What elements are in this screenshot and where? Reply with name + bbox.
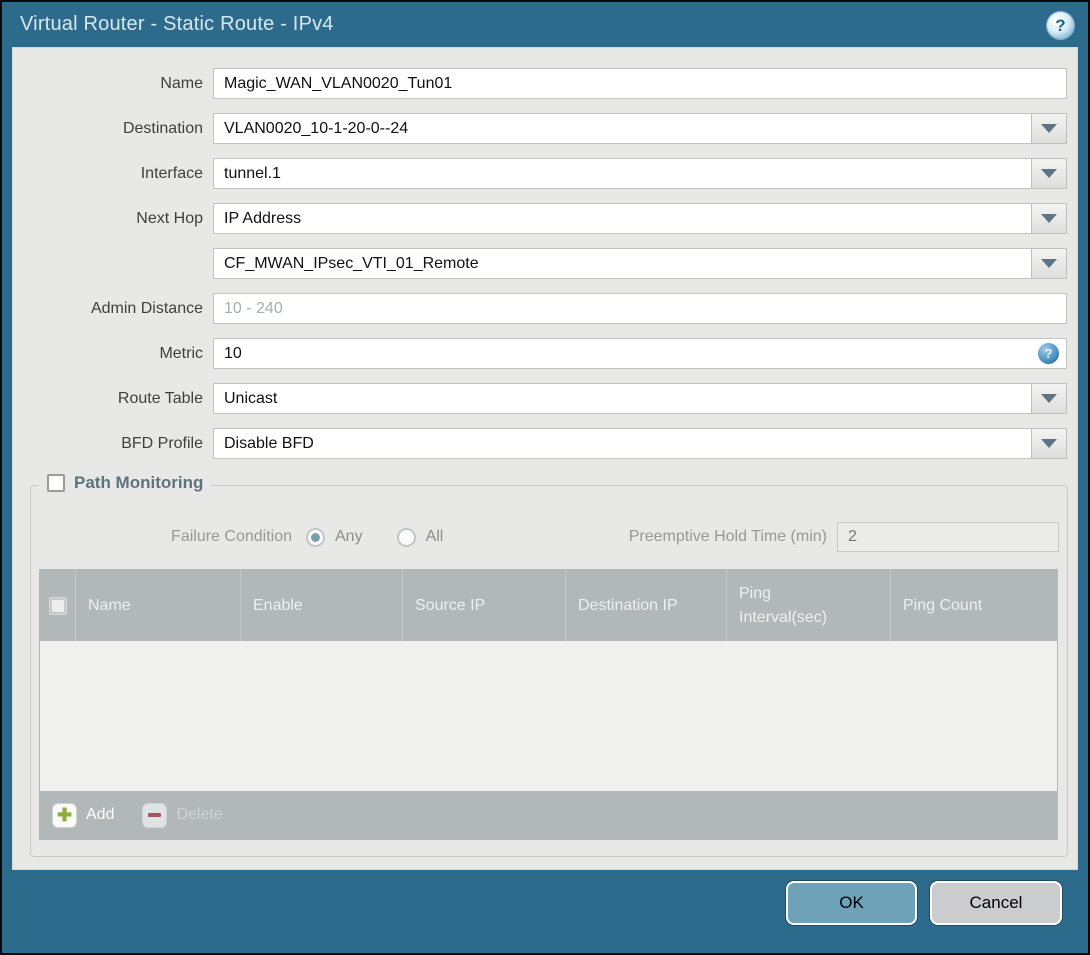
form-row-bfd-profile: BFD Profile xyxy=(12,428,1067,459)
name-input[interactable] xyxy=(213,68,1067,99)
table-footer-toolbar: ✚ Add Delete xyxy=(40,791,1057,839)
interface-input[interactable] xyxy=(213,158,1067,189)
radio-any-selected-dot xyxy=(311,532,320,542)
chevron-down-icon xyxy=(1041,214,1057,223)
select-all-checkbox[interactable] xyxy=(48,596,67,615)
form-row-metric: Metric ? xyxy=(12,338,1067,369)
failure-condition-label: Failure Condition xyxy=(171,528,292,545)
admin-distance-input[interactable] xyxy=(213,293,1067,324)
metric-input[interactable] xyxy=(213,338,1067,369)
next-hop-address-dropdown-button[interactable] xyxy=(1031,248,1067,279)
next-hop-type-dropdown-button[interactable] xyxy=(1031,203,1067,234)
route-table-input[interactable] xyxy=(213,383,1067,414)
path-monitoring-table: Name Enable Source IP Destination IP Pin… xyxy=(39,569,1058,840)
table-header-source-ip[interactable]: Source IP xyxy=(403,570,566,641)
destination-input[interactable] xyxy=(213,113,1067,144)
table-header-row: Name Enable Source IP Destination IP Pin… xyxy=(40,570,1057,641)
metric-info-icon[interactable]: ? xyxy=(1038,343,1059,364)
add-plus-icon: ✚ xyxy=(52,802,77,828)
table-header-name[interactable]: Name xyxy=(76,570,241,641)
form-row-interface: Interface xyxy=(12,158,1067,189)
table-header-enable[interactable]: Enable xyxy=(241,570,403,641)
add-button-label: Add xyxy=(86,806,115,823)
chevron-down-icon xyxy=(1041,259,1057,268)
form-row-next-hop: Next Hop xyxy=(12,203,1067,234)
chevron-down-icon xyxy=(1041,169,1057,178)
form-row-name: Name xyxy=(12,68,1067,99)
bfd-profile-label: BFD Profile xyxy=(121,434,203,452)
cancel-button[interactable]: Cancel xyxy=(930,881,1062,925)
add-button[interactable]: ✚ Add xyxy=(52,802,115,828)
radio-any-label: Any xyxy=(335,528,363,545)
static-route-dialog: Virtual Router - Static Route - IPv4 ? N… xyxy=(0,0,1090,955)
preemptive-hold-time-input[interactable] xyxy=(837,522,1059,552)
ok-button[interactable]: OK xyxy=(786,881,917,925)
next-hop-label: Next Hop xyxy=(136,209,203,227)
radio-all-circle xyxy=(396,527,416,547)
form-row-route-table: Route Table xyxy=(12,383,1067,414)
table-header-ping-count[interactable]: Ping Count xyxy=(891,570,1057,641)
name-label: Name xyxy=(160,74,203,92)
help-glyph: ? xyxy=(1055,15,1066,35)
interface-dropdown-button[interactable] xyxy=(1031,158,1067,189)
dialog-title: Virtual Router - Static Route - IPv4 xyxy=(20,13,334,35)
failure-condition-any-radio[interactable]: Any xyxy=(306,527,363,547)
radio-any-circle xyxy=(306,527,325,547)
table-header-select-all[interactable] xyxy=(40,570,76,641)
destination-dropdown-button[interactable] xyxy=(1031,113,1067,144)
path-monitoring-legend: Path Monitoring xyxy=(39,473,212,493)
failure-condition-all-radio[interactable]: All xyxy=(396,527,444,547)
path-monitoring-section: Path Monitoring Failure Condition Any Al… xyxy=(30,473,1068,857)
next-hop-type-input[interactable] xyxy=(213,203,1067,234)
radio-all-label: All xyxy=(425,528,444,545)
dialog-body: Name Destination Interface xyxy=(12,47,1078,870)
admin-distance-label: Admin Distance xyxy=(90,299,203,317)
bfd-profile-input[interactable] xyxy=(213,428,1067,459)
form-row-admin-distance: Admin Distance xyxy=(12,293,1067,324)
preemptive-hold-time-label: Preemptive Hold Time (min) xyxy=(628,528,827,545)
delete-button[interactable]: Delete xyxy=(142,802,223,828)
path-monitoring-checkbox[interactable] xyxy=(47,474,65,492)
form-row-destination: Destination xyxy=(12,113,1067,144)
delete-button-label: Delete xyxy=(176,806,223,823)
path-monitoring-title: Path Monitoring xyxy=(74,473,204,492)
bfd-profile-dropdown-button[interactable] xyxy=(1031,428,1067,459)
destination-label: Destination xyxy=(122,119,203,137)
help-icon[interactable]: ? xyxy=(1047,12,1074,39)
metric-info-glyph: ? xyxy=(1044,346,1053,361)
chevron-down-icon xyxy=(1041,124,1057,133)
interface-label: Interface xyxy=(140,164,203,182)
failure-condition-row: Failure Condition Any All Preemptive Hol… xyxy=(31,522,1067,552)
table-empty-body[interactable] xyxy=(40,641,1057,791)
chevron-down-icon xyxy=(1041,439,1057,448)
dialog-titlebar: Virtual Router - Static Route - IPv4 ? xyxy=(2,2,1088,48)
table-header-ping-interval[interactable]: Ping Interval(sec) xyxy=(727,570,891,641)
form-row-next-hop-address xyxy=(12,248,1067,279)
next-hop-address-input[interactable] xyxy=(213,248,1067,279)
route-table-dropdown-button[interactable] xyxy=(1031,383,1067,414)
table-header-destination-ip[interactable]: Destination IP xyxy=(566,570,727,641)
metric-label: Metric xyxy=(159,344,203,362)
chevron-down-icon xyxy=(1041,394,1057,403)
delete-minus-icon xyxy=(142,802,168,828)
route-table-label: Route Table xyxy=(117,389,203,407)
form-area: Name Destination Interface xyxy=(12,68,1078,473)
